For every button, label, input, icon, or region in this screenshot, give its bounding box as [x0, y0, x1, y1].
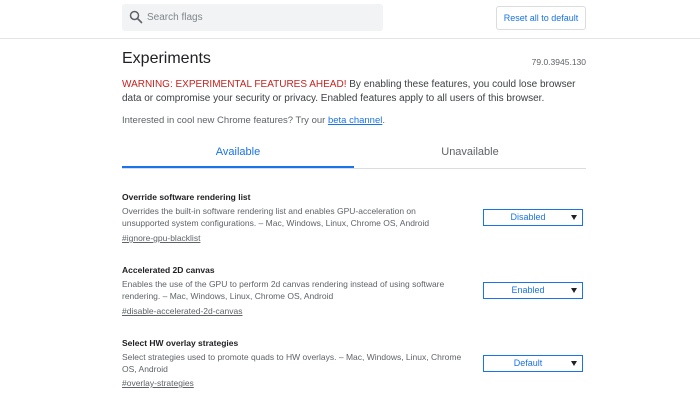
search-input[interactable]: [147, 7, 377, 28]
interest-end: .: [382, 115, 385, 126]
dropdown-arrow-icon: [571, 288, 577, 293]
experiment-link[interactable]: #ignore-gpu-blacklist: [122, 233, 200, 243]
experiment-name: Override software rendering list: [122, 192, 251, 202]
experiment-select[interactable]: Default: [483, 355, 583, 372]
warning-text: WARNING: EXPERIMENTAL FEATURES AHEAD! By…: [122, 78, 586, 105]
search-box[interactable]: [122, 4, 383, 31]
experiment-select[interactable]: Disabled: [483, 209, 583, 226]
warning-heading: WARNING: EXPERIMENTAL FEATURES AHEAD!: [122, 79, 347, 90]
dropdown-arrow-icon: [571, 361, 577, 366]
select-value: Enabled: [511, 285, 545, 295]
select-value: Default: [513, 358, 543, 368]
reset-all-button[interactable]: Reset all to default: [496, 6, 586, 30]
experiment-description: Select strategies used to promote quads …: [122, 352, 462, 374]
select-value: Disabled: [510, 212, 546, 222]
interest-text: Interested in cool new Chrome features? …: [122, 115, 328, 126]
tab-available[interactable]: Available: [122, 140, 354, 168]
tab-bar: Available Unavailable: [122, 140, 586, 169]
experiment-name: Select HW overlay strategies: [122, 338, 239, 348]
tab-unavailable[interactable]: Unavailable: [354, 140, 586, 168]
beta-channel-text: Interested in cool new Chrome features? …: [122, 115, 586, 126]
beta-channel-link[interactable]: beta channel: [328, 115, 382, 126]
experiment-link[interactable]: #overlay-strategies: [122, 378, 194, 388]
experiment-name: Accelerated 2D canvas: [122, 265, 215, 275]
header-bar: Reset all to default: [0, 0, 700, 39]
experiment-description: Enables the use of the GPU to perform 2d…: [122, 279, 445, 301]
page-title: Experiments: [122, 50, 211, 67]
experiment-link[interactable]: #disable-accelerated-2d-canvas: [122, 306, 243, 316]
version-label: 79.0.3945.130: [531, 57, 586, 67]
experiment-select[interactable]: Enabled: [483, 282, 583, 299]
search-icon: [129, 10, 143, 24]
experiment-description: Overrides the built-in software renderin…: [122, 206, 430, 228]
dropdown-arrow-icon: [571, 215, 577, 220]
